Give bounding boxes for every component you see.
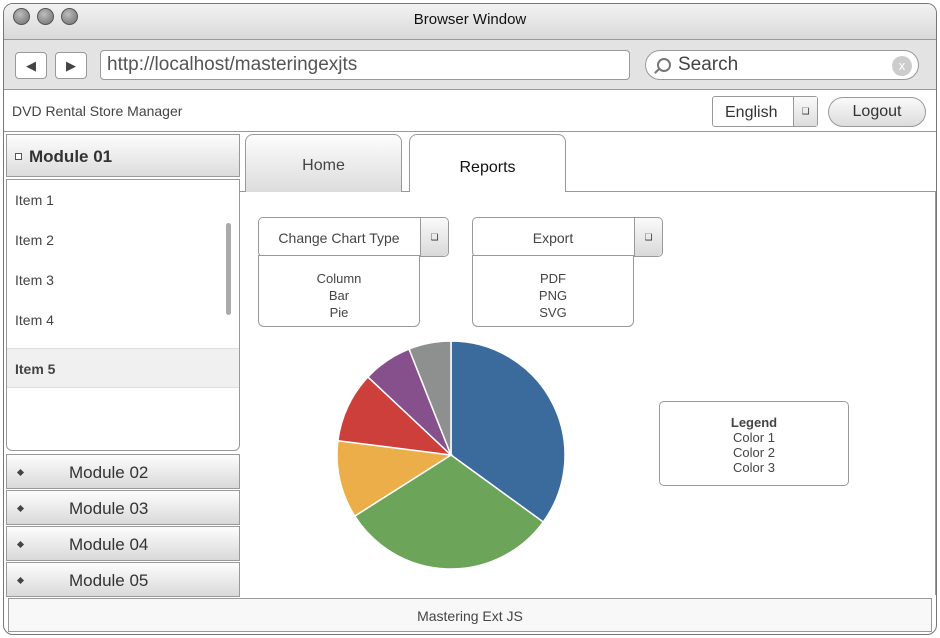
- app-header: DVD Rental Store Manager English ❏ Logou…: [4, 90, 936, 132]
- sidebar-item-4[interactable]: Item 4: [7, 300, 239, 340]
- tab-home[interactable]: Home: [245, 134, 402, 192]
- chevron-down-icon[interactable]: ❏: [793, 97, 817, 126]
- export-button[interactable]: Export ❏: [472, 217, 663, 257]
- clear-search-icon[interactable]: x: [892, 56, 912, 76]
- language-select[interactable]: English ❏: [712, 96, 818, 127]
- back-button[interactable]: ◀: [15, 52, 47, 79]
- forward-arrow-icon: ▶: [66, 58, 76, 73]
- search-input[interactable]: Search x: [645, 50, 919, 80]
- menu-item-bar[interactable]: Bar: [259, 287, 419, 304]
- search-icon: [657, 58, 671, 72]
- legend-item-1: Color 1: [733, 430, 775, 445]
- app-footer: Mastering Ext JS: [8, 598, 932, 632]
- menu-item-pdf[interactable]: PDF: [473, 270, 633, 287]
- module-label: Module 05: [69, 571, 149, 590]
- module-01-item-list: Item 1 Item 2 Item 3 Item 4 Item 5: [6, 179, 240, 451]
- expand-icon: [16, 468, 25, 477]
- sidebar-accordion: Module 01 Item 1 Item 2 Item 3 Item 4 It…: [6, 134, 240, 597]
- change-chart-type-label: Change Chart Type: [278, 230, 400, 246]
- menu-item-pie[interactable]: Pie: [259, 304, 419, 321]
- browser-window: Browser Window ◀ ▶ http://localhost/mast…: [3, 3, 937, 635]
- url-input[interactable]: http://localhost/masteringexjts: [100, 50, 630, 80]
- logout-button[interactable]: Logout: [828, 97, 926, 127]
- chart-legend: Legend Color 1 Color 2 Color 3: [659, 401, 849, 486]
- chevron-down-icon[interactable]: ❏: [634, 218, 662, 256]
- pie-chart: [336, 340, 566, 570]
- sidebar-item-1[interactable]: Item 1: [7, 180, 239, 220]
- change-chart-type-button[interactable]: Change Chart Type ❏: [258, 217, 449, 257]
- export-menu: PDF PNG SVG: [472, 255, 634, 327]
- sidebar-module-02[interactable]: Module 02: [6, 454, 240, 489]
- sidebar-item-5[interactable]: Item 5: [7, 348, 239, 388]
- language-value: English: [725, 104, 778, 121]
- module-label: Module 01: [29, 147, 113, 166]
- legend-title: Legend: [730, 415, 778, 430]
- search-placeholder: Search: [678, 54, 739, 75]
- sidebar-item-3[interactable]: Item 3: [7, 260, 239, 300]
- expand-icon: [16, 576, 25, 585]
- sidebar-module-05[interactable]: Module 05: [6, 562, 240, 597]
- menu-item-column[interactable]: Column: [259, 270, 419, 287]
- menu-item-svg[interactable]: SVG: [473, 304, 633, 321]
- legend-item-3: Color 3: [733, 460, 775, 475]
- app-title: DVD Rental Store Manager: [12, 103, 183, 119]
- expand-icon: [16, 540, 25, 549]
- sidebar-item-2[interactable]: Item 2: [7, 220, 239, 260]
- legend-item-2: Color 2: [733, 445, 775, 460]
- export-label: Export: [532, 230, 574, 246]
- expand-icon: [16, 504, 25, 513]
- module-label: Module 02: [69, 463, 149, 482]
- list-scrollbar[interactable]: [226, 223, 231, 315]
- window-title: Browser Window: [413, 11, 527, 28]
- chart-type-menu: Column Bar Pie: [258, 255, 420, 327]
- menu-item-png[interactable]: PNG: [473, 287, 633, 304]
- sidebar-module-01-header[interactable]: Module 01: [6, 134, 240, 177]
- back-arrow-icon: ◀: [26, 58, 36, 73]
- module-label: Module 03: [69, 499, 149, 518]
- tab-reports[interactable]: Reports: [409, 134, 566, 192]
- address-bar: ◀ ▶ http://localhost/masteringexjts Sear…: [4, 40, 936, 90]
- module-label: Module 04: [69, 535, 149, 554]
- collapse-icon: [15, 153, 22, 160]
- forward-button[interactable]: ▶: [55, 52, 87, 79]
- chevron-down-icon[interactable]: ❏: [420, 218, 448, 256]
- title-bar: Browser Window: [4, 4, 936, 40]
- sidebar-module-03[interactable]: Module 03: [6, 490, 240, 525]
- sidebar-module-04[interactable]: Module 04: [6, 526, 240, 561]
